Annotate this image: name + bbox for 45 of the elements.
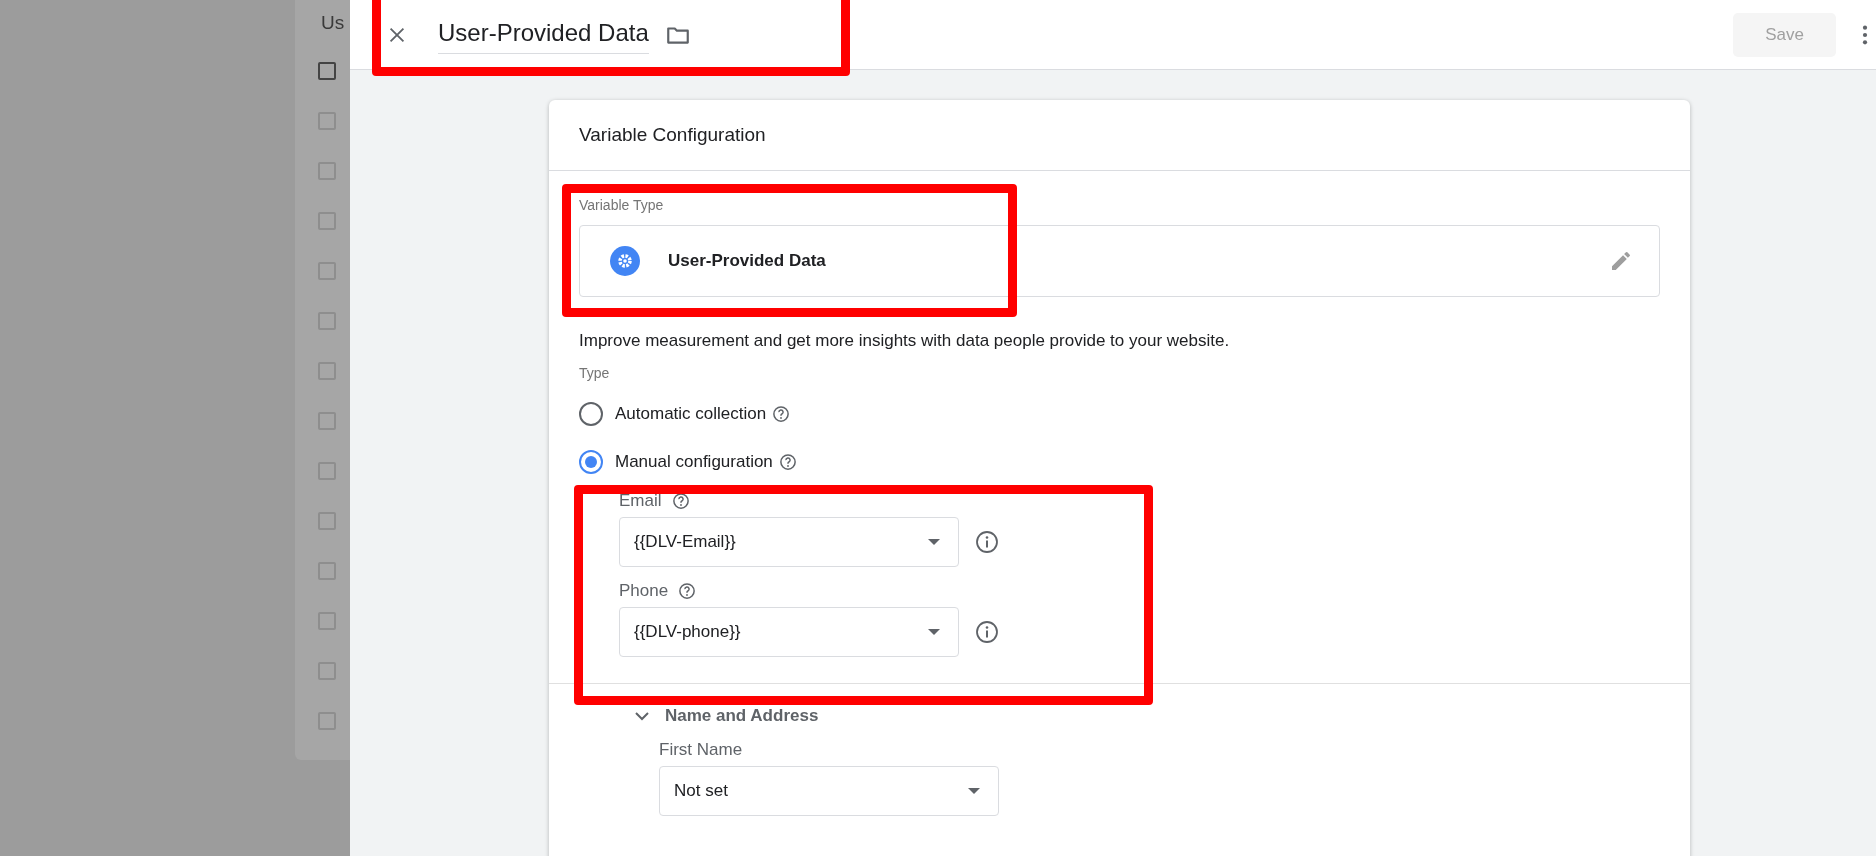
description-text: Improve measurement and get more insights with data people provide to your website. xyxy=(579,331,1231,351)
chevron-icon[interactable] xyxy=(635,711,649,721)
row-checkbox[interactable] xyxy=(318,612,336,630)
help-icon[interactable] xyxy=(671,492,690,510)
field-label: First Name xyxy=(659,740,743,760)
pencil-icon[interactable] xyxy=(1609,249,1633,273)
field-label: Email xyxy=(619,491,662,511)
variable-type-box[interactable]: User-Provided Data xyxy=(579,225,1660,297)
dropdown-arrow-icon xyxy=(968,788,980,794)
row-checkbox[interactable] xyxy=(318,162,336,180)
variable-dropdown[interactable]: {{DLV-Email}} xyxy=(619,517,959,567)
field-label: Type xyxy=(579,365,611,381)
select-all-checkbox[interactable] xyxy=(318,62,336,80)
help-icon[interactable] xyxy=(772,405,791,423)
row-checkbox[interactable] xyxy=(318,212,336,230)
row-checkbox[interactable] xyxy=(318,462,336,480)
row-checkbox[interactable] xyxy=(318,362,336,380)
radio-label[interactable]: Automatic collection xyxy=(615,404,767,424)
row-checkbox[interactable] xyxy=(318,262,336,280)
dropdown-arrow-icon xyxy=(928,629,940,635)
variable-dropdown[interactable]: Not set xyxy=(659,766,999,816)
dropdown-arrow-icon xyxy=(928,539,940,545)
variable-dropdown[interactable]: {{DLV-phone}} xyxy=(619,607,959,657)
row-checkbox[interactable] xyxy=(318,562,336,580)
variable-name-field[interactable]: User-Provided Data xyxy=(438,15,649,54)
card-title: Variable Configuration xyxy=(579,124,766,146)
info-icon[interactable] xyxy=(975,620,999,644)
row-checkbox[interactable] xyxy=(318,112,336,130)
row-checkbox[interactable] xyxy=(318,512,336,530)
section-title[interactable]: Name and Address xyxy=(665,706,819,726)
radio-button[interactable] xyxy=(579,402,603,426)
field-label: Phone xyxy=(619,581,669,601)
row-checkbox[interactable] xyxy=(318,412,336,430)
more-options-icon[interactable] xyxy=(1862,23,1868,46)
radio-button[interactable] xyxy=(579,450,603,474)
radio-label[interactable]: Manual configuration xyxy=(615,452,773,472)
help-icon[interactable] xyxy=(778,453,797,471)
field-label: Variable Type xyxy=(579,197,665,213)
column-header: Us xyxy=(320,11,346,35)
row-checkbox[interactable] xyxy=(318,662,336,680)
row-checkbox[interactable] xyxy=(318,712,336,730)
gear-icon xyxy=(610,246,640,276)
info-icon[interactable] xyxy=(975,530,999,554)
help-icon[interactable] xyxy=(678,582,697,600)
row-checkbox[interactable] xyxy=(318,312,336,330)
